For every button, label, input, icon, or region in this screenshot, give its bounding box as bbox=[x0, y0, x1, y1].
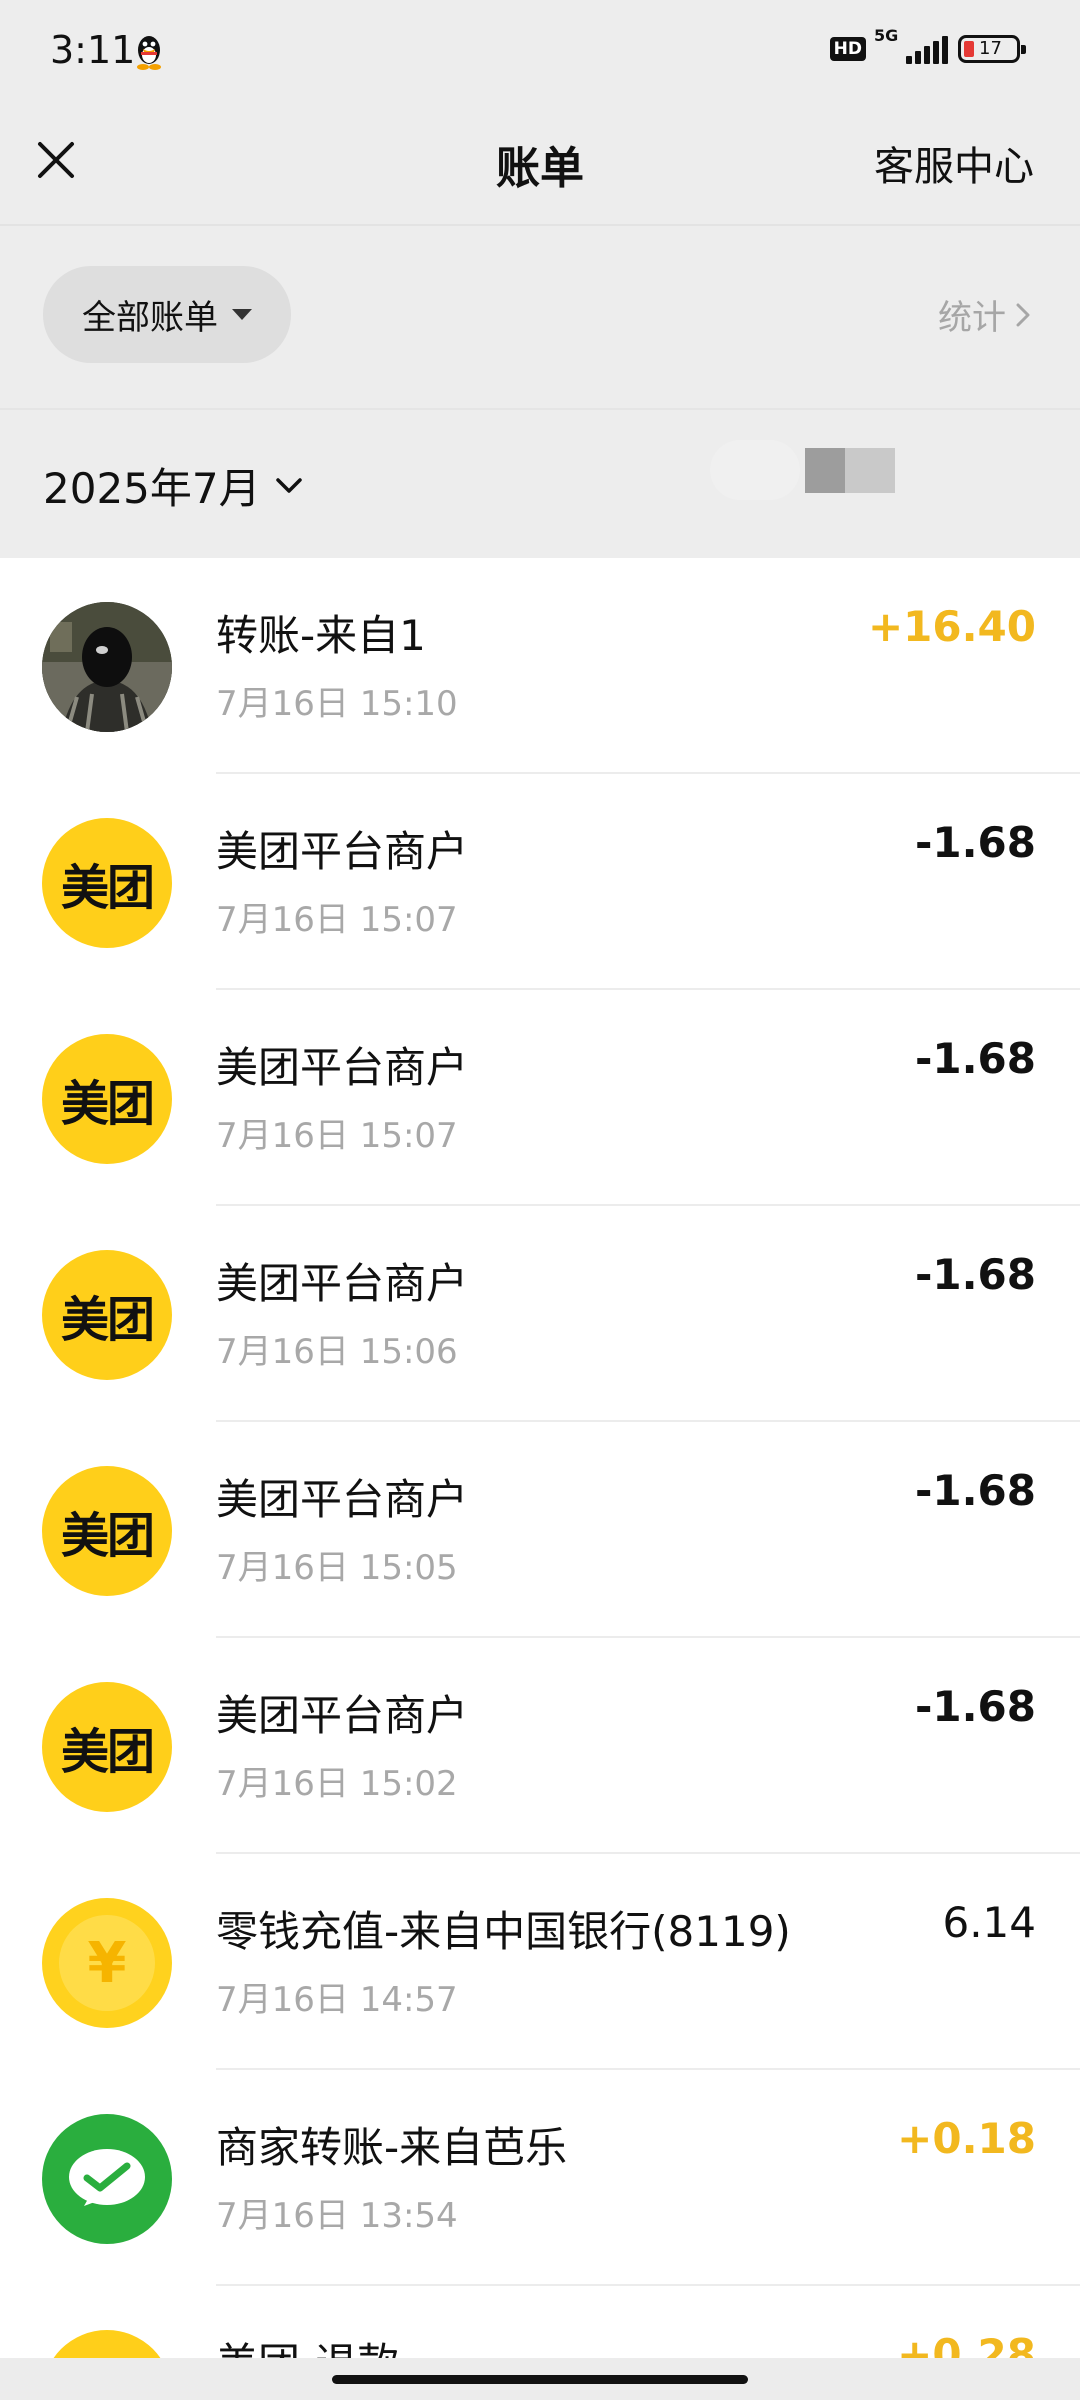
divider bbox=[0, 408, 1080, 410]
transaction-title: 商家转账-来自芭乐 bbox=[216, 2123, 568, 2172]
transaction-time: 7月16日 15:10 bbox=[216, 684, 458, 724]
coin-icon: ¥ bbox=[42, 1898, 172, 2028]
statistics-link[interactable]: 统计 bbox=[938, 290, 1034, 339]
status-bar: 3:11 HD 5G 17 bbox=[0, 0, 1080, 100]
transaction-title: 转账-来自1 bbox=[216, 611, 426, 660]
wechat-pay-icon bbox=[42, 2114, 172, 2244]
transaction-amount: -1.68 bbox=[914, 818, 1036, 867]
transaction-time: 7月16日 15:02 bbox=[216, 1764, 458, 1804]
transaction-title: 美团平台商户 bbox=[216, 1259, 469, 1308]
blurred-region bbox=[805, 448, 845, 493]
chevron-right-icon bbox=[1016, 303, 1030, 326]
transaction-time: 7月16日 15:06 bbox=[216, 1332, 458, 1372]
transaction-list: 转账-来自1 7月16日 15:10 +16.40 美团 美团平台商户 7月16… bbox=[0, 558, 1080, 2286]
hd-icon: HD bbox=[829, 37, 866, 61]
transaction-time: 7月16日 15:07 bbox=[216, 900, 458, 940]
transaction-amount: -1.68 bbox=[914, 1034, 1036, 1083]
transaction-title: 零钱充值-来自中国银行(8119) bbox=[216, 1907, 791, 1956]
network-type: 5G bbox=[874, 26, 899, 45]
battery-icon: 17 bbox=[958, 35, 1026, 63]
transaction-time: 7月16日 14:57 bbox=[216, 1980, 458, 2020]
month-label: 2025年7月 bbox=[43, 464, 261, 513]
transaction-amount: -1.68 bbox=[914, 1466, 1036, 1515]
transaction-amount: +0.18 bbox=[897, 2114, 1036, 2163]
contact-avatar bbox=[42, 602, 172, 732]
battery-level: 17 bbox=[979, 38, 1002, 59]
signal-icon: 5G bbox=[874, 26, 948, 64]
transaction-row[interactable]: 美团 美团平台商户 7月16日 15:07 -1.68 bbox=[0, 774, 1080, 990]
meituan-logo-icon: 美团 bbox=[42, 1034, 172, 1164]
status-time: 3:11 bbox=[50, 28, 136, 72]
transaction-time: 7月16日 15:05 bbox=[216, 1548, 458, 1588]
transaction-title: 美团平台商户 bbox=[216, 827, 469, 876]
nav-header: 账单 客服中心 bbox=[0, 110, 1080, 210]
month-selector[interactable]: 2025年7月 bbox=[43, 455, 305, 516]
system-icons: HD 5G 17 bbox=[829, 26, 1026, 64]
blurred-region bbox=[845, 448, 895, 493]
transaction-amount: +16.40 bbox=[867, 602, 1036, 651]
transaction-title: 美团平台商户 bbox=[216, 1475, 469, 1524]
filter-label: 全部账单 bbox=[82, 298, 218, 338]
chevron-down-icon bbox=[275, 477, 302, 493]
statistics-label: 统计 bbox=[938, 298, 1006, 338]
transaction-time: 7月16日 15:07 bbox=[216, 1116, 458, 1156]
meituan-logo-icon: 美团 bbox=[42, 818, 172, 948]
transaction-row[interactable]: 美团 美团平台商户 7月16日 15:07 -1.68 bbox=[0, 990, 1080, 1206]
transaction-time: 7月16日 13:54 bbox=[216, 2196, 458, 2236]
meituan-logo-icon: 美团 bbox=[42, 1250, 172, 1380]
transaction-row[interactable]: ¥ 零钱充值-来自中国银行(8119) 7月16日 14:57 6.14 bbox=[0, 1854, 1080, 2070]
divider bbox=[0, 224, 1080, 226]
transaction-title: 美团平台商户 bbox=[216, 1043, 469, 1092]
qq-penguin-icon bbox=[134, 34, 164, 70]
customer-service-link[interactable]: 客服中心 bbox=[874, 134, 1034, 192]
bill-filter-dropdown[interactable]: 全部账单 bbox=[43, 266, 291, 363]
transaction-amount: 6.14 bbox=[942, 1898, 1036, 1947]
blurred-region bbox=[710, 440, 800, 500]
meituan-logo-icon: 美团 bbox=[42, 1466, 172, 1596]
transaction-row[interactable]: 美团 美团平台商户 7月16日 15:02 -1.68 bbox=[0, 1638, 1080, 1854]
transaction-amount: -1.68 bbox=[914, 1682, 1036, 1731]
transaction-row[interactable]: 商家转账-来自芭乐 7月16日 13:54 +0.18 bbox=[0, 2070, 1080, 2286]
home-indicator[interactable] bbox=[332, 2375, 748, 2384]
caret-down-icon bbox=[232, 309, 252, 320]
transaction-title: 美团平台商户 bbox=[216, 1691, 469, 1740]
transaction-amount: -1.68 bbox=[914, 1250, 1036, 1299]
transaction-row[interactable]: 美团 美团平台商户 7月16日 15:06 -1.68 bbox=[0, 1206, 1080, 1422]
transaction-row[interactable]: 转账-来自1 7月16日 15:10 +16.40 bbox=[0, 558, 1080, 774]
meituan-logo-icon: 美团 bbox=[42, 1682, 172, 1812]
transaction-row[interactable]: 美团 美团平台商户 7月16日 15:05 -1.68 bbox=[0, 1422, 1080, 1638]
